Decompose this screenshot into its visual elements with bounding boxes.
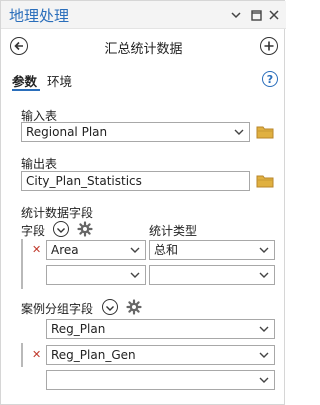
tab-bar: 参数 环境 ?	[1, 63, 286, 93]
output-table-input[interactable]	[21, 171, 250, 191]
row-group-bar	[21, 343, 23, 367]
case-field-dropdown-empty[interactable]	[46, 370, 275, 390]
chevron-circle-icon[interactable]	[53, 221, 69, 237]
chevron-down-icon	[259, 272, 269, 278]
add-button[interactable]	[260, 37, 278, 55]
tab-environments[interactable]: 环境	[47, 71, 72, 90]
chevron-down-icon	[234, 129, 244, 135]
case-field-value: Reg_Plan_Gen	[51, 348, 136, 362]
case-field-dropdown[interactable]: Reg_Plan_Gen	[46, 345, 275, 365]
tool-header: 汇总统计数据	[1, 29, 286, 63]
gear-icon[interactable]	[77, 221, 93, 237]
case-field-dropdown[interactable]: Reg_Plan	[46, 319, 275, 339]
stat-field-value: Area	[51, 243, 79, 257]
pane-titlebar: 地理处理	[1, 1, 286, 29]
statistics-fields-label: 统计数据字段	[21, 206, 94, 220]
stat-field-dropdown-empty[interactable]	[46, 265, 146, 285]
chevron-down-icon	[259, 326, 269, 332]
plus-icon	[264, 41, 274, 51]
active-tab-indicator	[12, 89, 40, 91]
case-field-label: 案例分组字段	[21, 302, 94, 316]
stat-type-dropdown-empty[interactable]	[149, 265, 275, 285]
row-group-bar	[21, 239, 23, 289]
dropdown-icon[interactable]	[229, 8, 243, 22]
statistic-type-column-header: 统计类型	[149, 224, 198, 238]
remove-row-icon[interactable]: ✕	[32, 349, 42, 360]
stat-type-value: 总和	[154, 243, 179, 257]
case-field-value: Reg_Plan	[51, 322, 106, 336]
folder-icon[interactable]	[256, 174, 274, 188]
maximize-icon[interactable]	[249, 8, 263, 22]
folder-icon[interactable]	[256, 125, 274, 139]
gear-icon[interactable]	[126, 299, 142, 315]
chevron-down-icon	[130, 272, 140, 278]
input-table-dropdown[interactable]: Regional Plan	[21, 122, 250, 142]
geoprocessing-pane: 地理处理 汇总统计数据 参数 环境 ? 输入表 Regional Plan 输出…	[0, 0, 286, 405]
chevron-down-icon	[259, 352, 269, 358]
chevron-down-icon	[259, 377, 269, 383]
close-icon[interactable]	[267, 8, 281, 22]
chevron-down-icon	[259, 247, 269, 253]
pane-title: 地理处理	[9, 7, 70, 25]
tab-parameters[interactable]: 参数	[12, 71, 37, 90]
chevron-circle-icon[interactable]	[102, 299, 118, 315]
field-column-header: 字段	[21, 224, 46, 238]
stat-type-dropdown[interactable]: 总和	[149, 240, 275, 260]
chevron-down-icon	[130, 247, 140, 253]
tool-title: 汇总统计数据	[104, 42, 183, 57]
remove-row-icon[interactable]: ✕	[32, 244, 42, 255]
help-icon[interactable]: ?	[262, 71, 278, 87]
input-table-value: Regional Plan	[26, 125, 108, 139]
stat-field-dropdown[interactable]: Area	[46, 240, 146, 260]
output-table-label: 输出表	[21, 157, 58, 171]
